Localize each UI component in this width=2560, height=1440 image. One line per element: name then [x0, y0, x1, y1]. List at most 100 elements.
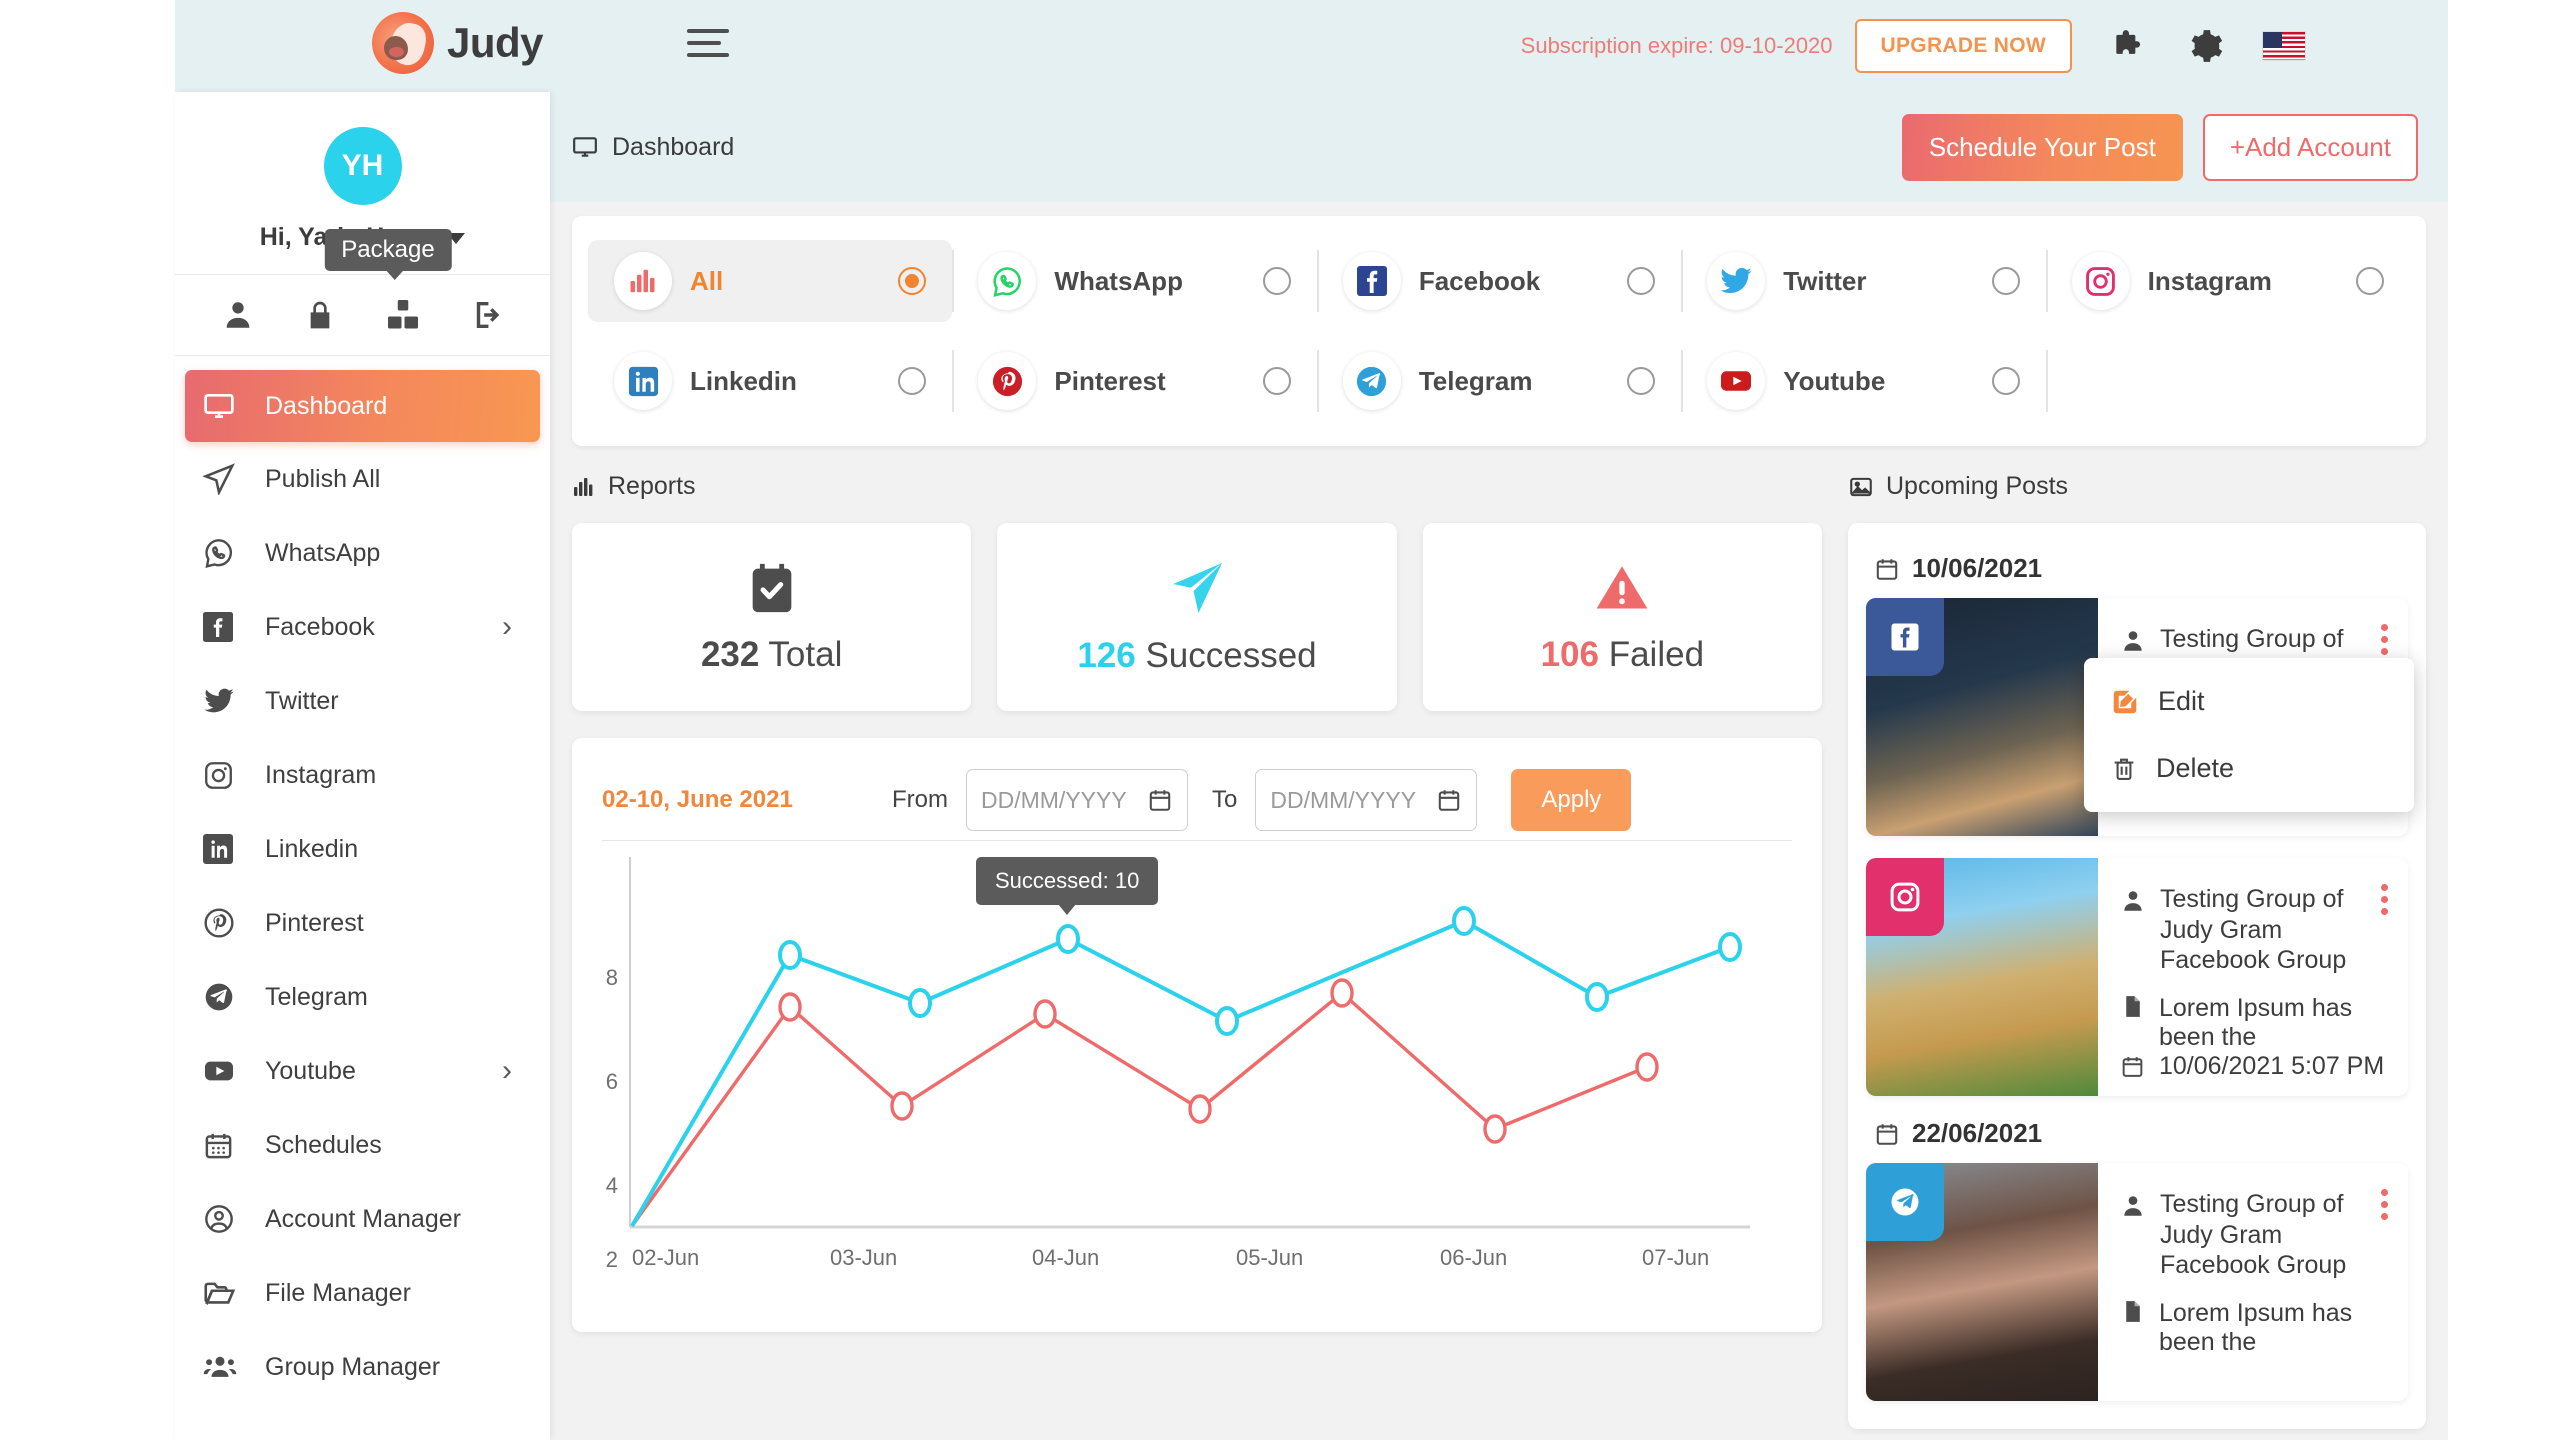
network-label: Twitter — [1783, 265, 1867, 296]
document-icon — [2120, 994, 2145, 1019]
sidebar-item-twitter[interactable]: Twitter — [175, 664, 550, 738]
sidebar-item-whatsapp[interactable]: WhatsApp — [175, 516, 550, 590]
stat-label: Total — [759, 635, 843, 674]
network-label: WhatsApp — [1054, 265, 1183, 296]
schedule-post-button[interactable]: Schedule Your Post — [1901, 113, 2183, 181]
profile-icon[interactable] — [221, 298, 255, 332]
puzzle-piece-icon[interactable] — [2110, 27, 2148, 65]
sidebar-item-pinterest[interactable]: Pinterest — [175, 886, 550, 960]
us-flag-icon[interactable] — [2262, 31, 2306, 61]
network-option-twitter[interactable]: Twitter — [1681, 240, 2045, 322]
post-author: Testing Group of Judy Gram Facebook Grou… — [2160, 884, 2386, 976]
dashboard-split: Reports 232 Total 126 Successed 106 Fail… — [572, 472, 2426, 1429]
network-radio[interactable] — [1262, 267, 1291, 295]
from-label: From — [892, 786, 948, 813]
post-text-row: Lorem Ipsum has been the — [2120, 1299, 2386, 1357]
sidebar-item-telegram[interactable]: Telegram — [175, 960, 550, 1034]
post-card[interactable]: Testing Group of Judy Gram Facebook Grou… — [1866, 858, 2408, 1096]
network-label: All — [690, 265, 724, 296]
app-root: Judy Subscription expire: 09-10-2020 UPG… — [0, 0, 2560, 1440]
sidebar-item-facebook[interactable]: Facebook › — [175, 590, 550, 664]
sidebar-item-label: Instagram — [265, 760, 377, 789]
lock-icon[interactable] — [304, 299, 336, 331]
sidebar-item-publish-all[interactable]: Publish All — [175, 442, 550, 516]
post-context-menu[interactable]: Edit Delete — [2084, 658, 2414, 812]
post-options-icon[interactable] — [2381, 624, 2388, 655]
logout-icon[interactable] — [470, 298, 504, 332]
sidebar-item-youtube[interactable]: Youtube › — [175, 1034, 550, 1108]
page-title-label: Dashboard — [612, 132, 735, 161]
post-options-icon[interactable] — [2381, 884, 2388, 915]
sidebar-item-account-manager[interactable]: Account Manager — [175, 1182, 550, 1256]
reports-line-chart: 8 6 4 2 02-Jun 03-Jun 04-Jun 05-Jun 06-J… — [602, 851, 1792, 1281]
apply-button[interactable]: Apply — [1511, 769, 1632, 831]
network-option-pinterest[interactable]: Pinterest — [952, 340, 1316, 422]
menu-toggle-icon[interactable] — [687, 29, 729, 61]
linkedin-icon — [203, 834, 249, 864]
chart-svg: 8 6 4 2 02-Jun 03-Jun 04-Jun 05-Jun 06-J… — [606, 857, 1750, 1271]
network-option-linkedin[interactable]: Linkedin — [588, 340, 952, 422]
date-from-input[interactable]: DD/MM/YYYY — [966, 769, 1188, 831]
post-author-row: Testing Group of Judy Gram Facebook Grou… — [2120, 1189, 2386, 1281]
post-options-icon[interactable] — [2381, 1189, 2388, 1220]
calendar-icon[interactable] — [1147, 787, 1173, 813]
sidebar-item-label: Youtube — [265, 1056, 356, 1085]
date-range-text: 02-10, June 2021 — [602, 786, 793, 813]
package-icon[interactable] — [385, 297, 421, 333]
network-radio[interactable] — [1627, 367, 1656, 395]
sidebar: YH Hi, Yarin Hazon Package Dashboard — [175, 92, 550, 1440]
edit-icon — [2110, 687, 2140, 717]
sidebar-item-label: Dashboard — [265, 391, 388, 420]
sidebar-item-instagram[interactable]: Instagram — [175, 738, 550, 812]
network-option-whatsapp[interactable]: WhatsApp — [952, 240, 1316, 322]
avatar[interactable]: YH — [323, 127, 402, 205]
network-radio[interactable] — [1262, 367, 1291, 395]
person-icon — [2120, 888, 2146, 914]
post-author-name: Testing Group of Judy Gram — [2160, 1190, 2344, 1249]
upcoming-posts-list: 10/06/2021 Testing Group of Edit Delete … — [1848, 523, 2426, 1429]
brand[interactable]: Judy — [372, 12, 544, 74]
network-label: Linkedin — [690, 365, 797, 396]
network-radio[interactable] — [1991, 267, 2020, 295]
sidebar-item-schedules[interactable]: Schedules — [175, 1108, 550, 1182]
context-menu-delete[interactable]: Delete — [2084, 735, 2414, 802]
sidebar-item-group-manager[interactable]: Group Manager — [175, 1330, 550, 1404]
network-option-instagram[interactable]: Instagram — [2045, 240, 2410, 322]
network-option-telegram[interactable]: Telegram — [1316, 340, 1681, 422]
paper-plane-icon — [203, 463, 249, 495]
network-label: Instagram — [2147, 265, 2272, 296]
network-radio[interactable] — [898, 367, 927, 395]
network-radio[interactable] — [1627, 267, 1656, 295]
calendar-icon — [2120, 1054, 2145, 1079]
network-radio[interactable] — [898, 267, 927, 295]
network-radio[interactable] — [2356, 267, 2385, 295]
sidebar-item-file-manager[interactable]: File Manager — [175, 1256, 550, 1330]
network-option-facebook[interactable]: Facebook — [1316, 240, 1681, 322]
calendar-icon[interactable] — [1436, 787, 1462, 813]
sidebar-item-linkedin[interactable]: Linkedin — [175, 812, 550, 886]
network-option-youtube[interactable]: Youtube — [1681, 340, 2045, 422]
gear-icon[interactable] — [2186, 27, 2224, 65]
telegram-icon — [1866, 1163, 1944, 1241]
network-radio[interactable] — [1991, 367, 2020, 395]
sidebar-item-dashboard[interactable]: Dashboard — [185, 370, 540, 442]
chart-tooltip: Successed: 10 — [976, 857, 1159, 915]
context-menu-edit[interactable]: Edit — [2084, 668, 2414, 735]
sidebar-item-label: Facebook — [265, 612, 375, 641]
series-successed-points — [778, 906, 1742, 1036]
post-body: Testing Group of Judy Gram Facebook Grou… — [2098, 858, 2408, 1096]
linkedin-icon — [614, 352, 672, 410]
network-label: Facebook — [1418, 265, 1541, 296]
post-card[interactable]: Testing Group of Judy Gram Facebook Grou… — [1866, 1163, 2408, 1401]
date-to-input[interactable]: DD/MM/YYYY — [1255, 769, 1478, 831]
stat-value: 232 — [700, 635, 760, 674]
main-content: Dashboard Schedule Your Post +Add Accoun… — [550, 92, 2448, 1440]
post-thumbnail — [1866, 598, 2098, 836]
divider — [602, 840, 1792, 841]
network-option-all[interactable]: All — [588, 240, 953, 322]
post-card[interactable]: Testing Group of Judy Gram Facebook Grou… — [1866, 598, 2414, 836]
upgrade-now-button[interactable]: UPGRADE NOW — [1854, 19, 2072, 73]
add-account-button[interactable]: +Add Account — [2202, 113, 2418, 181]
content-area: All WhatsApp Facebook Twitter Instagram … — [550, 216, 2448, 1429]
network-label: Pinterest — [1054, 365, 1166, 396]
